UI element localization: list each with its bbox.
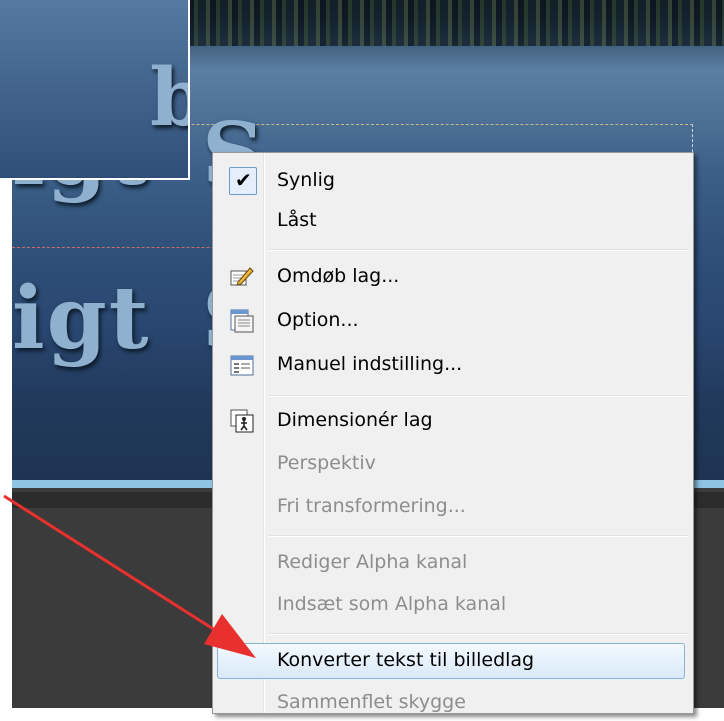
menu-item-label: Låst — [277, 209, 317, 231]
menu-item-label: Sammenflet skygge — [277, 691, 466, 713]
menu-item-synlig[interactable]: ✔ Synlig — [213, 163, 693, 199]
menu-item-indsaet-som-alpha-kanal: Indsæt som Alpha kanal — [213, 587, 693, 623]
menu-item-konverter-tekst-til-billedlag[interactable]: Konverter tekst til billedlag — [213, 643, 693, 679]
menu-separator — [269, 249, 689, 251]
menu-item-omdob-lag[interactable]: Omdøb lag... — [213, 259, 693, 295]
menu-item-label: Synlig — [277, 169, 335, 191]
menu-item-option[interactable]: Option... — [213, 303, 693, 339]
resize-layer-icon — [230, 409, 254, 433]
menu-item-label: Indsæt som Alpha kanal — [277, 593, 507, 615]
menu-item-rediger-alpha-kanal: Rediger Alpha kanal — [213, 545, 693, 581]
layer-context-menu: ✔ Synlig Låst Omdøb lag... Option... Man… — [212, 152, 694, 714]
menu-item-label: Option... — [277, 309, 359, 331]
inset-thumbnail: b — [0, 0, 190, 180]
menu-item-dimensioner-lag[interactable]: Dimensionér lag — [213, 403, 693, 439]
manual-settings-window-icon — [230, 355, 254, 376]
menu-item-perspektiv: Perspektiv — [213, 446, 693, 482]
menu-separator — [269, 633, 689, 635]
layer-text-bottom: igt — [12, 268, 151, 369]
checkmark-icon: ✔ — [229, 167, 257, 195]
inset-text: b — [150, 50, 188, 144]
options-window-icon — [230, 309, 254, 333]
menu-item-label: Konverter tekst til billedlag — [277, 649, 535, 671]
rename-pencil-icon — [230, 267, 254, 286]
menu-separator — [269, 535, 689, 537]
menu-item-sammenflet-skygge: Sammenflet skygge — [213, 685, 693, 721]
menu-item-last[interactable]: Låst — [213, 203, 693, 239]
menu-item-label: Fri transformering... — [277, 495, 466, 517]
menu-item-label: Rediger Alpha kanal — [277, 551, 468, 573]
menu-item-manuel-indstilling[interactable]: Manuel indstilling... — [213, 347, 693, 383]
menu-separator — [269, 395, 689, 397]
menu-item-label: Manuel indstilling... — [277, 353, 463, 375]
menu-item-fri-transformering: Fri transformering... — [213, 489, 693, 525]
menu-item-label: Perspektiv — [277, 452, 376, 474]
menu-item-label: Dimensionér lag — [277, 409, 433, 431]
menu-item-label: Omdøb lag... — [277, 265, 400, 287]
